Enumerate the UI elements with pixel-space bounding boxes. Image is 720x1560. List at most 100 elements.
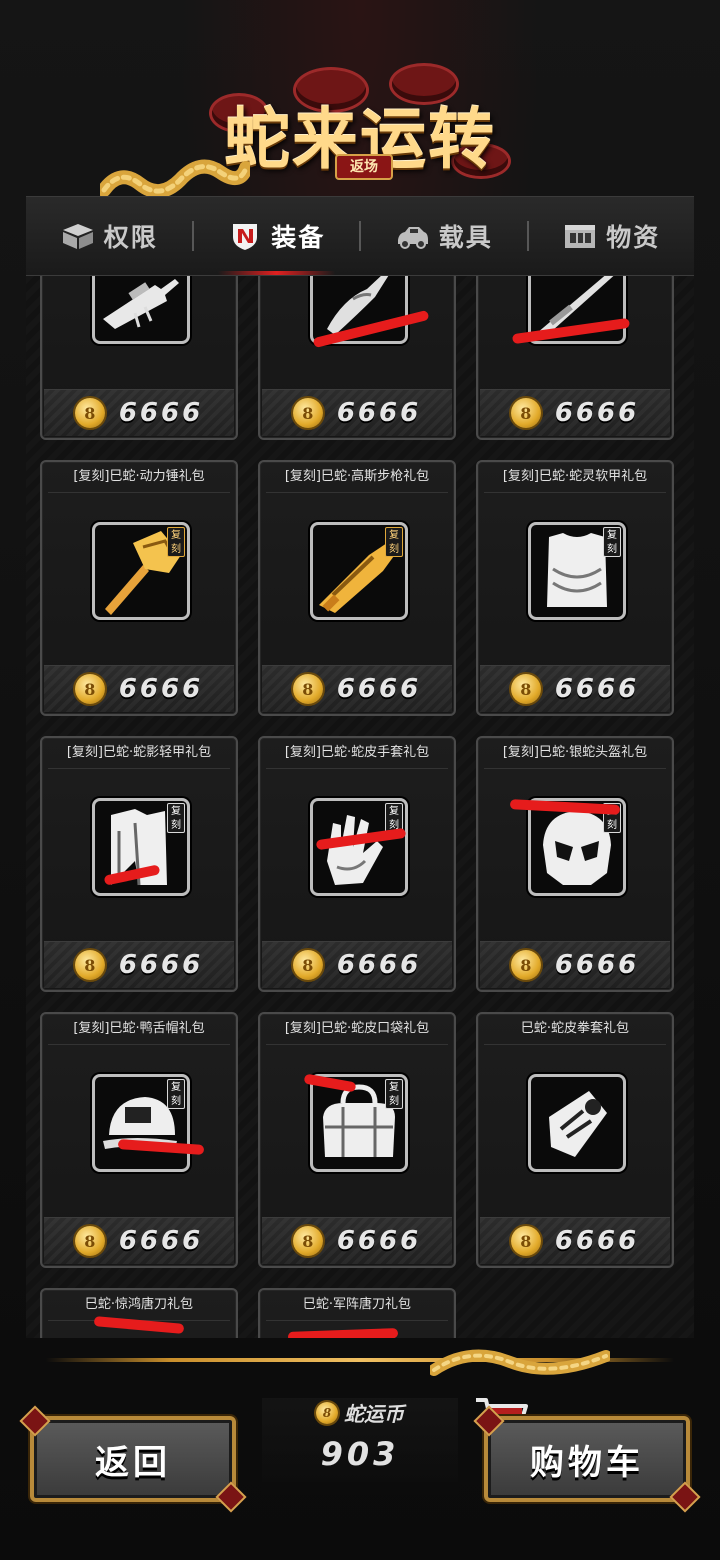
cart-button[interactable]: 购物车	[484, 1416, 690, 1502]
item-card[interactable]: [复刻]巳蛇·蛇灵软甲礼包 复刻 8 6666	[476, 460, 674, 716]
tab-supplies[interactable]: 物资	[529, 197, 695, 275]
coin-icon: 8	[510, 398, 541, 428]
price-bar: 8 6666	[262, 389, 452, 436]
currency-panel: 8 蛇运币 903	[262, 1398, 458, 1502]
item-card[interactable]: [复刻]巳蛇·高斯步枪礼包 复刻 8 6666	[258, 460, 456, 716]
coin-icon: 8	[292, 1226, 323, 1256]
item-name: 巳蛇·军阵唐刀礼包	[266, 1290, 448, 1321]
item-icon-frame: 复刻	[92, 522, 190, 620]
tab-permissions[interactable]: 权限	[26, 197, 192, 275]
golden-snake-icon	[430, 1349, 610, 1376]
price-bar: 8 6666	[480, 665, 670, 712]
reissue-badge: 复刻	[385, 527, 403, 557]
coin-icon: 8	[74, 1226, 105, 1256]
item-name: 巳蛇·惊鸿唐刀礼包	[48, 1290, 230, 1321]
coin-icon: 8	[292, 950, 323, 980]
item-card[interactable]: [复刻]巳蛇·蛇影轻甲礼包 复刻 8 6666	[40, 736, 238, 992]
armor-badge-icon	[233, 224, 258, 250]
item-grid: 8 6666 8 6666 8 6666 [复刻]巳蛇·动力锤礼包 复刻 8 6…	[26, 276, 694, 1338]
item-card[interactable]: [复刻]巳蛇·银蛇头盔礼包 复刻 8 6666	[476, 736, 674, 992]
currency-label: 蛇运币	[344, 1402, 404, 1426]
golden-snake-icon	[100, 159, 250, 198]
price-bar: 8 6666	[480, 389, 670, 436]
item-icon-frame	[92, 276, 190, 344]
item-card[interactable]: [复刻]巳蛇·鸭舌帽礼包 复刻 8 6666	[40, 1012, 238, 1268]
reissue-badge: 复刻	[385, 1079, 403, 1109]
item-card[interactable]: 巳蛇·蛇皮拳套礼包 8 6666	[476, 1012, 674, 1268]
item-name: [复刻]巳蛇·高斯步枪礼包	[266, 462, 448, 493]
redaction-mark	[287, 1328, 399, 1338]
coin-icon: 8	[510, 950, 541, 980]
item-card[interactable]: 巳蛇·惊鸿唐刀礼包	[40, 1288, 238, 1338]
coin-icon: 8	[292, 674, 323, 704]
coin-icon: 8	[74, 674, 105, 704]
car-icon	[397, 227, 428, 249]
item-icon-frame: 复刻	[528, 522, 626, 620]
tab-equipment[interactable]: 装备	[194, 197, 360, 275]
item-card[interactable]: 巳蛇·军阵唐刀礼包	[258, 1288, 456, 1338]
item-card[interactable]: 8 6666	[476, 276, 674, 440]
item-name: [复刻]巳蛇·动力锤礼包	[48, 462, 230, 493]
box-icon	[62, 224, 93, 249]
item-icon-frame: 复刻	[310, 522, 408, 620]
price-bar: 8 6666	[262, 1217, 452, 1264]
item-price: 6666	[336, 674, 422, 704]
price-bar: 8 6666	[480, 1217, 670, 1264]
tab-label: 装备	[271, 223, 326, 252]
reissue-badge: 复刻	[167, 803, 185, 833]
sniper-rifle-icon	[103, 279, 179, 329]
item-card[interactable]: 8 6666	[40, 276, 238, 440]
crate-icon	[565, 225, 596, 248]
currency-balance: 903	[320, 1435, 400, 1473]
price-bar: 8 6666	[480, 941, 670, 988]
item-card[interactable]: [复刻]巳蛇·动力锤礼包 复刻 8 6666	[40, 460, 238, 716]
item-icon-frame: 复刻	[310, 1074, 408, 1172]
tab-vehicles[interactable]: 载具	[361, 197, 527, 275]
item-price: 6666	[554, 1226, 640, 1256]
item-card[interactable]: [复刻]巳蛇·蛇皮口袋礼包 复刻 8 6666	[258, 1012, 456, 1268]
item-icon-frame: 复刻	[92, 1074, 190, 1172]
tab-label: 物资	[606, 223, 661, 252]
item-price: 6666	[336, 398, 422, 428]
currency-label-row: 8 蛇运币	[262, 1398, 458, 1427]
item-name: [复刻]巳蛇·蛇皮口袋礼包	[266, 1014, 448, 1045]
price-bar: 8 6666	[44, 389, 234, 436]
coin-icon: 8	[74, 950, 105, 980]
item-price: 6666	[554, 950, 640, 980]
item-price: 6666	[554, 398, 640, 428]
item-name: [复刻]巳蛇·银蛇头盔礼包	[484, 738, 666, 769]
tab-label: 载具	[438, 223, 493, 252]
reissue-badge: 复刻	[167, 527, 185, 557]
item-name: [复刻]巳蛇·蛇皮手套礼包	[266, 738, 448, 769]
item-price: 6666	[118, 1226, 204, 1256]
item-price: 6666	[118, 398, 204, 428]
item-price: 6666	[554, 674, 640, 704]
item-card[interactable]: 8 6666	[258, 276, 456, 440]
item-price: 6666	[118, 950, 204, 980]
reissue-badge: 复刻	[167, 1079, 185, 1109]
item-price: 6666	[118, 674, 204, 704]
back-button[interactable]: 返回	[30, 1416, 236, 1502]
category-tabs: 权限 装备 载具 物资	[26, 196, 694, 276]
item-icon-frame	[528, 1074, 626, 1172]
price-bar: 8 6666	[262, 941, 452, 988]
event-title-banner: 蛇来运转 返场	[0, 60, 720, 200]
coin-icon: 8	[510, 674, 541, 704]
price-bar: 8 6666	[262, 665, 452, 712]
event-subtitle-badge: 返场	[335, 154, 393, 180]
item-name: [复刻]巳蛇·蛇灵软甲礼包	[484, 462, 666, 493]
item-price: 6666	[336, 1226, 422, 1256]
fist-wrap-icon	[549, 1091, 607, 1157]
item-price: 6666	[336, 950, 422, 980]
price-bar: 8 6666	[44, 665, 234, 712]
tab-label: 权限	[103, 223, 158, 252]
coin-icon: 8	[292, 398, 323, 428]
coin-icon: 8	[316, 1401, 338, 1424]
item-name: [复刻]巳蛇·鸭舌帽礼包	[48, 1014, 230, 1045]
coin-icon: 8	[74, 398, 105, 428]
item-card[interactable]: [复刻]巳蛇·蛇皮手套礼包 复刻 8 6666	[258, 736, 456, 992]
reissue-badge: 复刻	[603, 527, 621, 557]
price-bar: 8 6666	[44, 941, 234, 988]
coin-icon: 8	[510, 1226, 541, 1256]
item-name: 巳蛇·蛇皮拳套礼包	[484, 1014, 666, 1045]
